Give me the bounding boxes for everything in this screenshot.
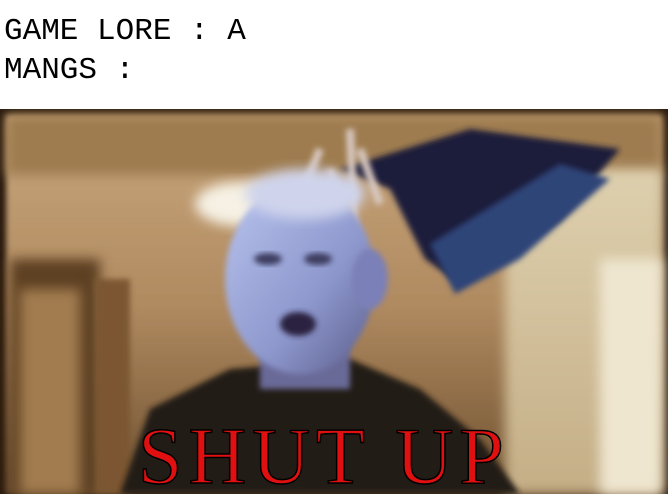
shut-up-overlay-text: SHUT UP bbox=[137, 413, 510, 494]
caption-line-2: MANGS : bbox=[4, 53, 135, 88]
caption-line-1: GAME LORE : A bbox=[4, 14, 246, 49]
meme-caption: GAME LORE : A MANGS : bbox=[4, 12, 664, 90]
meme-canvas: GAME LORE : A MANGS : SHUT UP bbox=[0, 0, 668, 494]
